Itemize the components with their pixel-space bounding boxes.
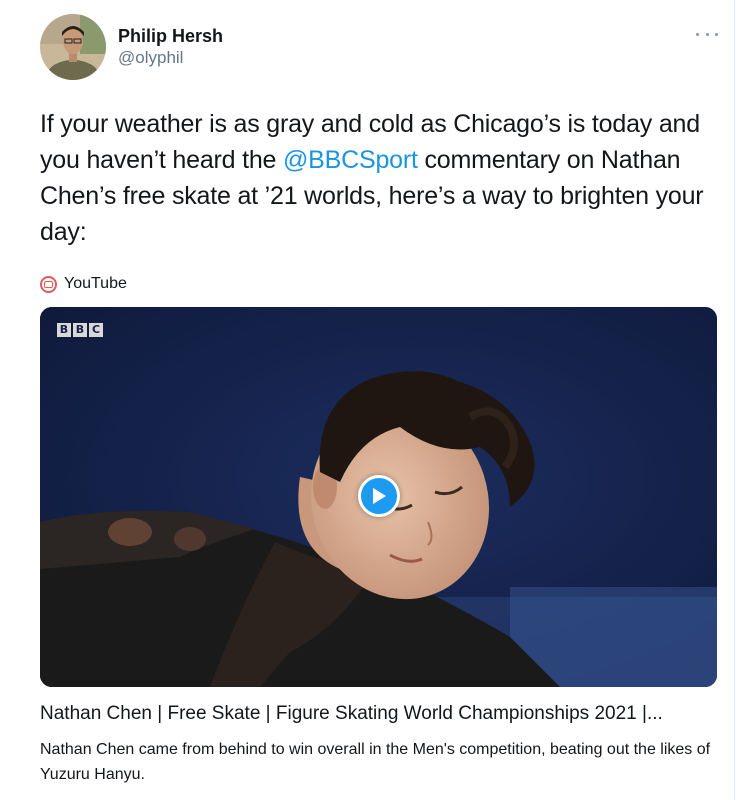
link-source[interactable]: YouTube [40, 274, 127, 294]
author-info[interactable]: Philip Hersh @olyphil [118, 25, 223, 69]
author-handle[interactable]: @olyphil [118, 47, 223, 69]
link-card-description[interactable]: Nathan Chen came from behind to win over… [40, 737, 720, 787]
author-name[interactable]: Philip Hersh [118, 25, 223, 47]
more-horizontal-icon[interactable] [696, 27, 718, 41]
video-thumbnail[interactable]: BBC [40, 307, 717, 687]
tweet-card: Philip Hersh @olyphil If your weather is… [0, 0, 735, 800]
tweet-text: If your weather is as gray and cold as C… [40, 106, 710, 250]
bbc-watermark: BBC [57, 323, 103, 337]
avatar[interactable] [40, 14, 106, 80]
link-card-title[interactable]: Nathan Chen | Free Skate | Figure Skatin… [40, 702, 720, 726]
mention-link[interactable]: @BBCSport [283, 146, 418, 174]
play-icon[interactable] [358, 475, 400, 517]
source-label: YouTube [64, 275, 127, 292]
youtube-icon [40, 275, 57, 293]
